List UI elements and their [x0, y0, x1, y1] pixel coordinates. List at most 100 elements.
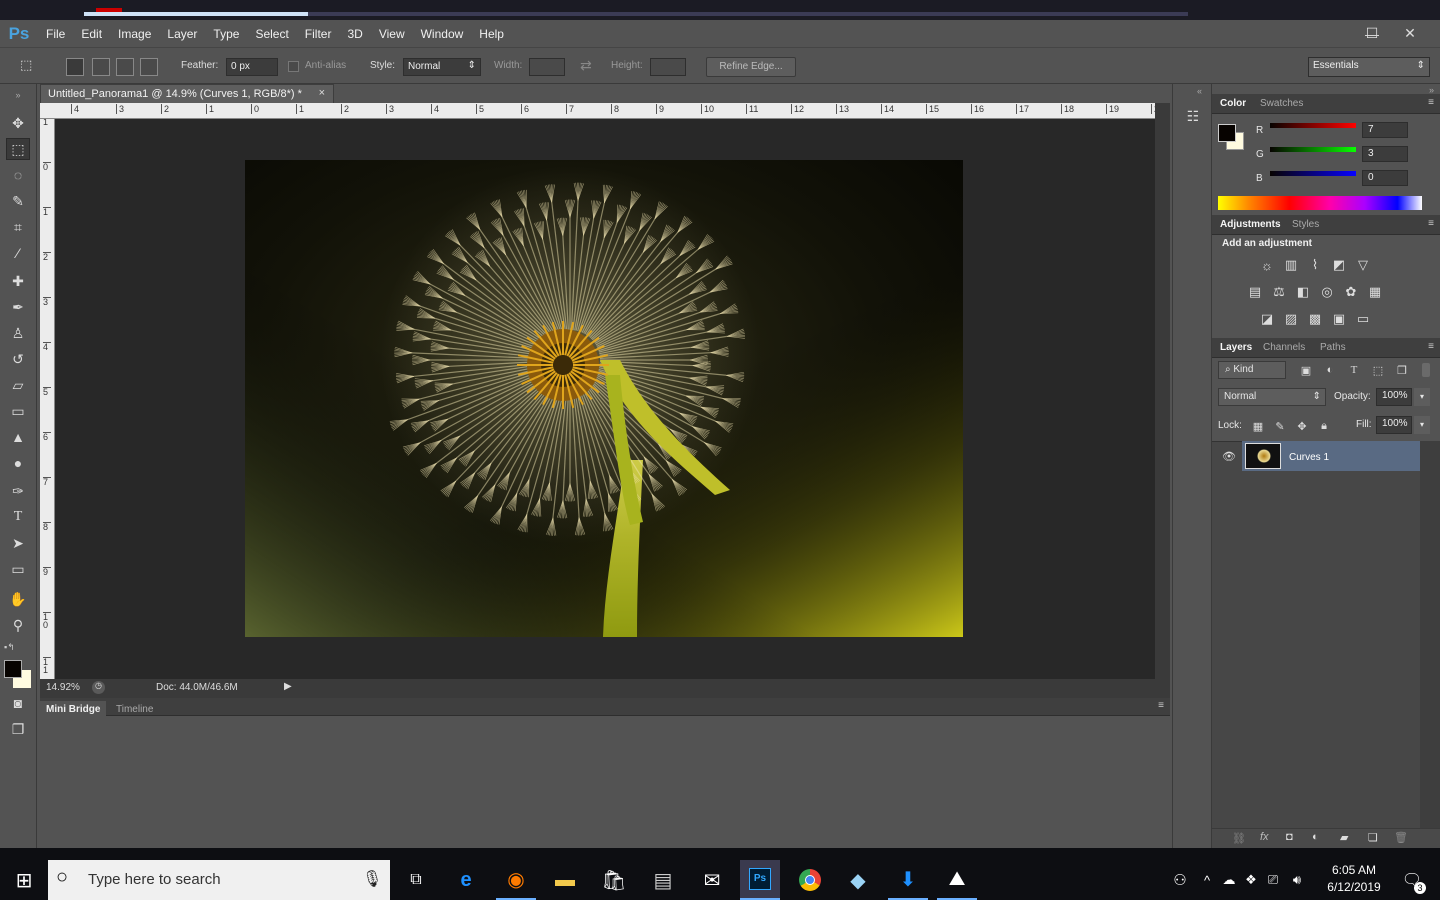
zoom-tool-icon[interactable]: ⚲	[6, 614, 30, 636]
quick-selection-tool-icon[interactable]: ✎	[6, 190, 30, 212]
lasso-tool-icon[interactable]: ◌	[6, 164, 30, 186]
status-info-icon[interactable]: ◷	[92, 681, 105, 694]
mail-icon[interactable]: ✉	[692, 860, 732, 900]
tab-layers[interactable]: Layers	[1220, 342, 1252, 353]
lock-position-icon[interactable]: ✥	[1294, 418, 1310, 434]
filter-smart-object-icon[interactable]: ❐	[1394, 362, 1410, 378]
close-document-icon[interactable]: ×	[319, 87, 325, 99]
chrome-icon[interactable]	[790, 860, 830, 900]
new-group-icon[interactable]: ▰	[1340, 831, 1348, 844]
r-value[interactable]: 7	[1362, 122, 1408, 138]
collapse-icon[interactable]: »	[6, 84, 30, 106]
filter-type-icon[interactable]: T	[1346, 362, 1362, 378]
tab-channels[interactable]: Channels	[1263, 342, 1305, 353]
r-slider[interactable]	[1270, 123, 1356, 128]
history-brush-tool-icon[interactable]: ↺	[6, 348, 30, 370]
tab-timeline[interactable]: Timeline	[110, 701, 159, 718]
crop-tool-icon[interactable]: ⌗	[6, 216, 30, 238]
foreground-color-swatch[interactable]	[4, 660, 22, 678]
pen-tool-icon[interactable]: ✑	[6, 480, 30, 502]
vibrance-icon[interactable]: ▽	[1354, 256, 1372, 274]
vertical-scrollbar[interactable]	[1155, 103, 1170, 697]
firefox-icon[interactable]: ◉	[496, 860, 536, 900]
shape-tool-icon[interactable]: ▭	[6, 558, 30, 580]
marquee-preset-icon[interactable]: ⬚	[20, 57, 38, 75]
height-input[interactable]	[650, 58, 686, 76]
refine-edge-button[interactable]: Refine Edge...	[706, 57, 796, 77]
new-adjustment-layer-icon[interactable]: ◐	[1312, 831, 1319, 843]
color-spectrum[interactable]	[1218, 196, 1422, 210]
menu-type[interactable]: Type	[205, 27, 247, 41]
antialias-checkbox[interactable]	[288, 61, 299, 72]
filter-shape-icon[interactable]: ⬚	[1370, 362, 1386, 378]
link-layers-icon[interactable]: ⛓	[1232, 832, 1246, 845]
intersect-selection-icon[interactable]	[140, 58, 158, 76]
dropbox-icon[interactable]: ❖	[1240, 860, 1262, 900]
add-mask-icon[interactable]: ◘	[1286, 831, 1293, 843]
tab-styles[interactable]: Styles	[1292, 219, 1319, 230]
g-slider[interactable]	[1270, 147, 1356, 152]
store-icon[interactable]: 🛍︎	[594, 860, 634, 900]
menu-window[interactable]: Window	[413, 27, 472, 41]
layers-scrollbar[interactable]	[1420, 441, 1440, 841]
opacity-input[interactable]: 100%	[1376, 388, 1412, 406]
filter-pixel-icon[interactable]: ▣	[1298, 362, 1314, 378]
menu-file[interactable]: File	[38, 27, 73, 41]
swap-icon[interactable]: ⇄	[580, 57, 592, 74]
action-center-icon[interactable]: 🗨︎ 3	[1392, 860, 1432, 900]
width-input[interactable]	[529, 58, 565, 76]
posterize-icon[interactable]: ▨	[1282, 310, 1300, 328]
tab-color[interactable]: Color	[1220, 98, 1246, 109]
clock[interactable]: 6:05 AM 6/12/2019	[1318, 862, 1390, 896]
default-colors-icon[interactable]: ▪↰	[4, 642, 15, 653]
task-view-icon[interactable]: ⧉	[396, 860, 436, 900]
kind-filter-select[interactable]: ⌕ Kind	[1218, 361, 1286, 379]
menu-help[interactable]: Help	[471, 27, 512, 41]
color-balance-icon[interactable]: ⚖	[1270, 283, 1288, 301]
panel-menu-icon[interactable]: ≡	[1428, 218, 1434, 229]
move-tool-icon[interactable]: ✥	[6, 112, 30, 134]
network-app-icon[interactable]: ▤	[643, 860, 683, 900]
filter-toggle[interactable]	[1422, 363, 1430, 377]
tab-swatches[interactable]: Swatches	[1260, 98, 1303, 109]
new-layer-icon[interactable]: ❏	[1368, 831, 1378, 844]
show-hidden-icons-icon[interactable]: ^	[1196, 860, 1218, 900]
eyedropper-tool-icon[interactable]: ⁄	[6, 242, 30, 264]
delete-layer-icon[interactable]: 🗑︎	[1394, 831, 1408, 844]
microphone-icon[interactable]: 🎙︎	[362, 869, 382, 889]
blend-mode-select[interactable]: Normal ⇕	[1218, 388, 1326, 406]
brush-tool-icon[interactable]: ✒	[6, 296, 30, 318]
b-slider[interactable]	[1270, 171, 1356, 176]
canvas-area[interactable]	[55, 119, 1155, 679]
type-tool-icon[interactable]: T	[6, 506, 30, 528]
dodge-tool-icon[interactable]: ●	[6, 452, 30, 474]
document-tab[interactable]: Untitled_Panorama1 @ 14.9% (Curves 1, RG…	[40, 84, 334, 103]
menu-layer[interactable]: Layer	[159, 27, 205, 41]
menu-select[interactable]: Select	[247, 27, 296, 41]
panel-menu-icon[interactable]: ≡	[1428, 97, 1434, 108]
color-lookup-icon[interactable]: ▦	[1366, 283, 1384, 301]
path-selection-tool-icon[interactable]: ➤	[6, 532, 30, 554]
style-select[interactable]: Normal ⇕	[403, 58, 481, 76]
menu-edit[interactable]: Edit	[73, 27, 110, 41]
photoshop-taskbar-icon[interactable]: Ps	[740, 860, 780, 900]
subtract-selection-icon[interactable]	[116, 58, 134, 76]
fx-icon[interactable]: fx	[1260, 831, 1269, 843]
opacity-dropdown-icon[interactable]: ▾	[1414, 388, 1430, 406]
filter-adjustment-icon[interactable]: ◐	[1322, 362, 1338, 378]
tab-paths[interactable]: Paths	[1320, 342, 1346, 353]
volume-icon[interactable]: 🔊︎	[1286, 860, 1308, 900]
marquee-tool-icon[interactable]: ⬚	[6, 138, 30, 160]
eraser-tool-icon[interactable]: ▱	[6, 374, 30, 396]
selective-color-icon[interactable]: ▣	[1330, 310, 1348, 328]
notes-app-icon[interactable]: ◆	[838, 860, 878, 900]
invert-icon[interactable]: ◪	[1258, 310, 1276, 328]
foreground-color-chip[interactable]	[1218, 124, 1236, 142]
layer-name[interactable]: Curves 1	[1289, 452, 1329, 463]
taskbar-search[interactable]: ○ Type here to search 🎙︎	[48, 860, 390, 900]
download-app-icon[interactable]: ⬇	[888, 860, 928, 900]
gradient-tool-icon[interactable]: ▭	[6, 400, 30, 422]
workspace-select[interactable]: Essentials ⇕	[1308, 57, 1430, 77]
panel-menu-icon[interactable]: ≡	[1158, 700, 1164, 711]
collapse-dock-icon[interactable]: «	[1197, 86, 1202, 96]
